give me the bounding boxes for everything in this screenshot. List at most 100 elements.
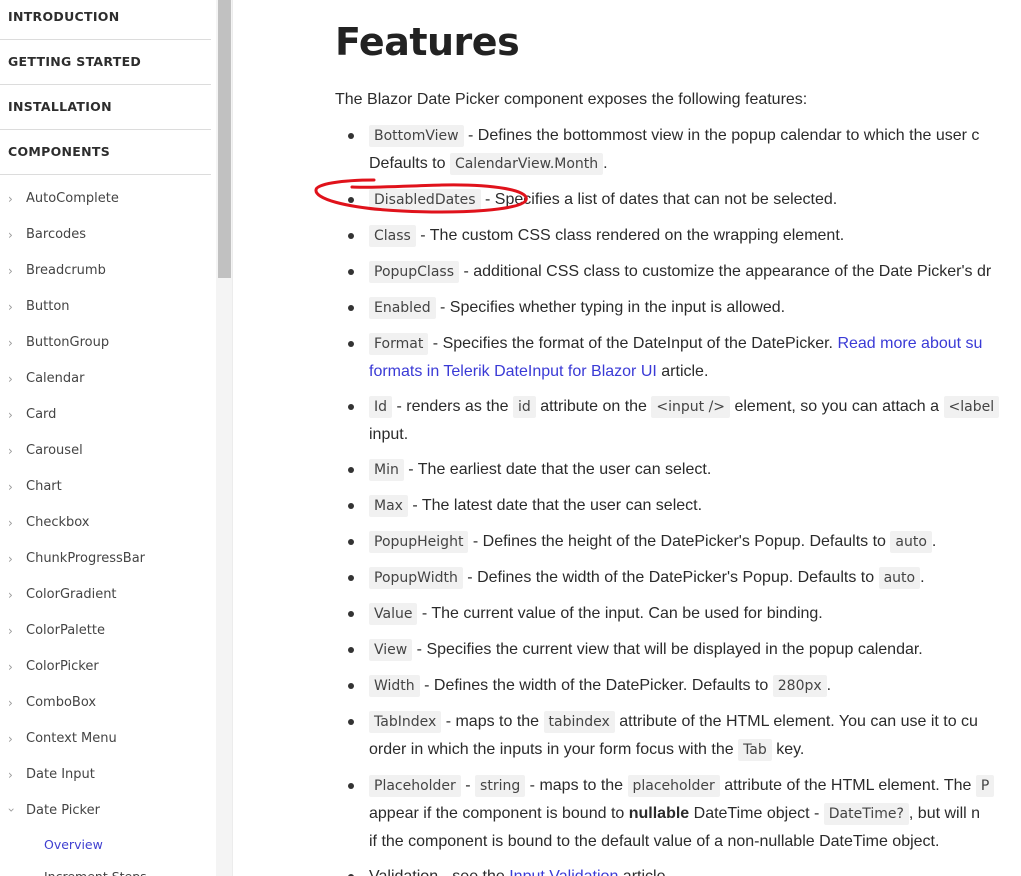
sidebar-subitem-overview[interactable]: Overview <box>0 829 216 861</box>
docs-page: INTRODUCTION GETTING STARTED INSTALLATIO… <box>0 0 1021 876</box>
sidebar-section-installation[interactable]: INSTALLATION <box>0 85 211 130</box>
code-format: Format <box>369 333 429 355</box>
code-280px: 280px <box>772 675 827 697</box>
input-validation-link[interactable]: Input Validation <box>509 868 618 876</box>
code-disableddates: DisabledDates <box>369 189 481 211</box>
sidebar-item-combobox[interactable]: › ComboBox <box>0 685 216 721</box>
sidebar-item-chunkprogressbar[interactable]: › ChunkProgressBar <box>0 541 216 577</box>
sidebar-item-context-menu[interactable]: › Context Menu <box>0 721 216 757</box>
code-calendarview-month: CalendarView.Month <box>449 153 604 175</box>
code-datetime-nullable: DateTime? <box>823 803 909 825</box>
list-item: Placeholder - string - maps to the place… <box>348 772 1021 855</box>
feature-text: - Specifies the format of the DateInput … <box>428 335 838 352</box>
sidebar-item-label: ColorPicker <box>26 659 99 674</box>
list-item: DisabledDates - Specifies a list of date… <box>348 186 1021 214</box>
sidebar-item-barcodes[interactable]: › Barcodes <box>0 217 216 253</box>
list-item: BottomView - Defines the bottommost view… <box>348 122 1021 178</box>
feature-text: - The latest date that the user can sele… <box>407 497 703 514</box>
chevron-right-icon: › <box>8 732 13 746</box>
sidebar-item-label: Carousel <box>26 443 83 458</box>
list-item: Enabled - Specifies whether typing in th… <box>348 294 1021 322</box>
sidebar-item-autocomplete[interactable]: › AutoComplete <box>0 181 216 217</box>
sidebar-item-breadcrumb[interactable]: › Breadcrumb <box>0 253 216 289</box>
sidebar-item-calendar[interactable]: › Calendar <box>0 361 216 397</box>
feature-text: - Defines the height of the DatePicker's… <box>468 533 891 550</box>
sidebar-nav: INTRODUCTION GETTING STARTED INSTALLATIO… <box>0 0 217 876</box>
feature-text: order in which the inputs in your form f… <box>369 741 739 758</box>
code-auto: auto <box>878 567 921 589</box>
code-popupclass: PopupClass <box>369 261 459 283</box>
list-item: PopupClass - additional CSS class to cus… <box>348 258 1021 286</box>
list-item: PopupWidth - Defines the width of the Da… <box>348 564 1021 592</box>
code-label-element: <label <box>943 396 1000 418</box>
list-item: Value - The current value of the input. … <box>348 600 1021 628</box>
list-item: Validation - see the Input Validation ar… <box>348 863 1021 876</box>
chevron-right-icon: › <box>8 408 13 422</box>
sidebar-section-components[interactable]: COMPONENTS <box>0 130 211 175</box>
feature-text: - Specifies the current view that will b… <box>412 641 923 658</box>
dateinput-formats-link-cont[interactable]: formats in Telerik DateInput for Blazor … <box>369 363 657 380</box>
sidebar-item-label: ColorPalette <box>26 623 105 638</box>
sidebar-item-colorgradient[interactable]: › ColorGradient <box>0 577 216 613</box>
sidebar-item-label: Breadcrumb <box>26 263 106 278</box>
sidebar-section-getting-started[interactable]: GETTING STARTED <box>0 40 211 85</box>
sidebar-item-button[interactable]: › Button <box>0 289 216 325</box>
list-item: Id - renders as the id attribute on the … <box>348 393 1021 448</box>
page-title: Features <box>335 20 520 64</box>
list-item: TabIndex - maps to the tabindex attribut… <box>348 708 1021 764</box>
chevron-right-icon: › <box>8 696 13 710</box>
chevron-right-icon: › <box>8 336 13 350</box>
sidebar-item-label: Date Picker <box>26 803 100 818</box>
code-min: Min <box>369 459 404 481</box>
code-placeholder: Placeholder <box>369 775 461 797</box>
feature-text: - The current value of the input. Can be… <box>417 605 823 622</box>
feature-text: Validation - see the <box>369 868 509 876</box>
intro-text: The Blazor Date Picker component exposes… <box>335 91 808 108</box>
feature-text: - renders as the <box>392 398 513 415</box>
sidebar-item-label: Card <box>26 407 57 422</box>
code-id: Id <box>369 396 393 418</box>
sidebar-item-checkbox[interactable]: › Checkbox <box>0 505 216 541</box>
sidebar-item-date-input[interactable]: › Date Input <box>0 757 216 793</box>
dateinput-formats-link[interactable]: Read more about su <box>837 335 982 352</box>
chevron-right-icon: › <box>8 372 13 386</box>
feature-text: . <box>931 533 937 550</box>
feature-text: - maps to the <box>525 777 628 794</box>
sidebar-item-label: Date Input <box>26 767 95 782</box>
sidebar-item-colorpalette[interactable]: › ColorPalette <box>0 613 216 649</box>
chevron-right-icon: › <box>8 444 13 458</box>
chevron-right-icon: › <box>8 624 13 638</box>
sidebar-item-label: ButtonGroup <box>26 335 110 350</box>
sidebar-item-label: Context Menu <box>26 731 117 746</box>
feature-text: . <box>826 677 832 694</box>
sidebar-item-card[interactable]: › Card <box>0 397 216 433</box>
sidebar-item-label: Button <box>26 299 70 314</box>
feature-text: - maps to the <box>441 713 544 730</box>
list-item: Format - Specifies the format of the Dat… <box>348 330 1021 385</box>
code-tabindex: TabIndex <box>369 711 442 733</box>
sidebar-item-chart[interactable]: › Chart <box>0 469 216 505</box>
sidebar-item-date-picker[interactable]: › Date Picker <box>0 793 216 829</box>
feature-text: appear if the component is bound to <box>369 805 629 822</box>
feature-text: DateTime object - <box>689 805 824 822</box>
sidebar-item-buttongroup[interactable]: › ButtonGroup <box>0 325 216 361</box>
sidebar-item-colorpicker[interactable]: › ColorPicker <box>0 649 216 685</box>
chevron-right-icon: › <box>8 660 13 674</box>
code-tab: Tab <box>738 739 772 761</box>
code-auto: auto <box>890 531 932 553</box>
code-class: Class <box>369 225 416 247</box>
list-item: Max - The latest date that the user can … <box>348 492 1021 520</box>
list-item: Width - Defines the width of the DatePic… <box>348 672 1021 700</box>
feature-text: - Specifies a list of dates that can not… <box>480 191 838 208</box>
feature-text: key. <box>771 741 805 758</box>
sidebar-item-label: Calendar <box>26 371 85 386</box>
sidebar-item-carousel[interactable]: › Carousel <box>0 433 216 469</box>
sidebar-subitem-increment-steps[interactable]: Increment Steps <box>0 861 216 876</box>
code-value: Value <box>369 603 418 625</box>
sidebar-section-introduction[interactable]: INTRODUCTION <box>0 0 211 40</box>
code-string: string <box>475 775 526 797</box>
feature-text: - The custom CSS class rendered on the w… <box>415 227 845 244</box>
sidebar-scrollbar-thumb[interactable] <box>218 0 231 278</box>
list-item: View - Specifies the current view that w… <box>348 636 1021 664</box>
code-id-attr: id <box>512 396 536 418</box>
